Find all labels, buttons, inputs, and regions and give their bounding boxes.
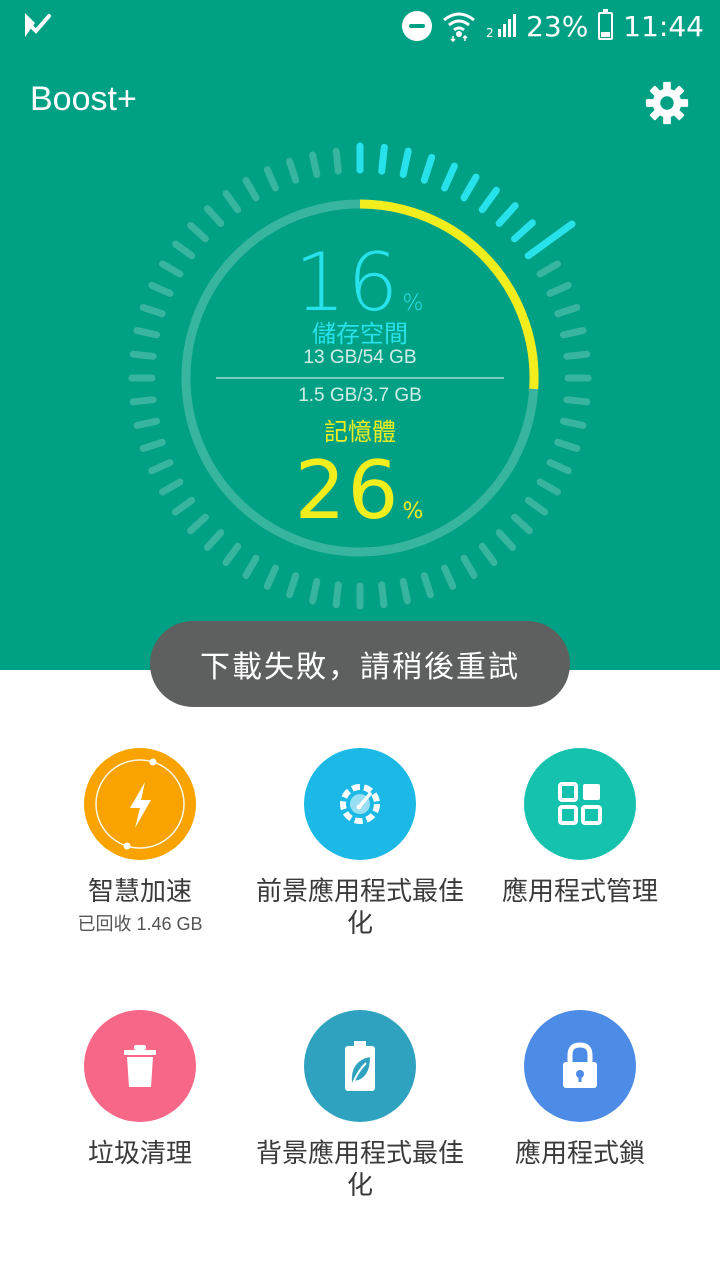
storage-tick	[148, 459, 174, 475]
memory-percent: 26%	[294, 444, 426, 537]
storage-tick-active	[378, 143, 388, 175]
speedometer-icon	[340, 784, 380, 824]
storage-tick	[139, 304, 166, 318]
storage-tick	[536, 260, 561, 278]
app-manager-circle	[524, 748, 636, 860]
storage-tick-active	[399, 147, 412, 178]
storage-tick	[309, 151, 321, 178]
storage-tick	[139, 438, 166, 452]
storage-tick-active	[478, 186, 500, 214]
storage-tick	[460, 554, 478, 579]
storage-tick-active	[495, 202, 519, 227]
junk-clean-circle	[84, 1010, 196, 1122]
storage-tick	[133, 327, 160, 339]
storage-tick	[203, 205, 225, 227]
storage-tick	[172, 240, 196, 260]
storage-tick-active	[460, 173, 480, 202]
storage-tick	[263, 564, 279, 590]
storage-tick	[563, 396, 591, 406]
storage-tick	[129, 396, 157, 406]
storage-tick	[478, 542, 498, 566]
background-optimize-button[interactable]: 背景應用程式最佳化	[240, 1010, 480, 1202]
app-lock-button[interactable]: 應用程式鎖	[460, 1010, 700, 1170]
memory-label: 記憶體	[324, 418, 396, 446]
storage-tick	[286, 572, 300, 599]
storage-tick	[187, 513, 209, 535]
storage-tick	[242, 554, 260, 579]
tile-label: 背景應用程式最佳化	[255, 1139, 464, 1201]
foreground-optimize-circle	[304, 748, 416, 860]
storage-tick	[560, 417, 587, 429]
storage-size: 13 GB/54 GB	[303, 347, 417, 368]
storage-tick	[222, 542, 242, 566]
gauge-divider	[216, 377, 504, 379]
storage-tick	[187, 221, 209, 243]
tile-label: 前景應用程式最佳化	[255, 877, 464, 939]
storage-tick	[159, 478, 184, 496]
storage-tick	[511, 513, 533, 535]
app-manager-button[interactable]: 應用程式管理	[460, 748, 700, 908]
smart-boost-button[interactable]: 智慧加速 已回收 1.46 GB	[20, 748, 260, 936]
battery-leaf-icon	[345, 1041, 375, 1091]
storage-tick	[133, 417, 160, 429]
junk-clean-button[interactable]: 垃圾清理	[20, 1010, 260, 1170]
tile-label: 應用程式管理	[501, 877, 658, 907]
app-lock-circle	[524, 1010, 636, 1122]
storage-tick	[554, 438, 581, 452]
storage-tick	[148, 281, 174, 297]
tile-label: 垃圾清理	[87, 1139, 192, 1169]
foreground-optimize-button[interactable]: 前景應用程式最佳化	[240, 748, 480, 940]
storage-tick	[332, 581, 342, 609]
storage-tick	[263, 166, 279, 192]
storage-tick	[309, 578, 321, 605]
tile-label: 應用程式鎖	[514, 1139, 645, 1169]
storage-tick	[546, 459, 572, 475]
storage-tick	[420, 572, 434, 599]
storage-tick-ring	[128, 142, 592, 610]
app-grid-icon	[558, 782, 602, 825]
storage-tick	[524, 496, 548, 516]
tile-sublabel: 已回收 1.46 GB	[77, 914, 203, 934]
storage-tick	[242, 177, 260, 202]
lock-icon	[563, 1042, 597, 1088]
storage-label: 儲存空間	[312, 320, 408, 348]
storage-tick	[332, 147, 342, 175]
storage-tick	[222, 190, 242, 214]
storage-tick	[129, 350, 157, 360]
memory-size: 1.5 GB/3.7 GB	[298, 385, 422, 406]
download-failed-toast: 下載失敗，請稍後重試	[150, 621, 570, 707]
storage-tick	[536, 478, 561, 496]
tile-label: 智慧加速	[87, 877, 192, 907]
storage-tick	[378, 581, 388, 609]
storage-tick	[546, 281, 572, 297]
storage-tick	[172, 496, 196, 516]
storage-tick-active	[511, 219, 536, 243]
storage-tick	[441, 564, 457, 590]
storage-tick	[563, 350, 591, 360]
storage-tick-active	[420, 153, 436, 184]
smart-boost-circle	[84, 748, 196, 860]
storage-tick-active	[524, 220, 576, 260]
storage-tick	[159, 260, 184, 278]
storage-tick	[286, 157, 300, 184]
storage-tick	[560, 327, 587, 339]
trash-icon	[124, 1045, 156, 1087]
storage-tick	[399, 578, 411, 605]
background-optimize-circle	[304, 1010, 416, 1122]
storage-tick-active	[441, 162, 458, 192]
storage-tick	[554, 304, 581, 318]
lightning-icon	[95, 758, 185, 850]
